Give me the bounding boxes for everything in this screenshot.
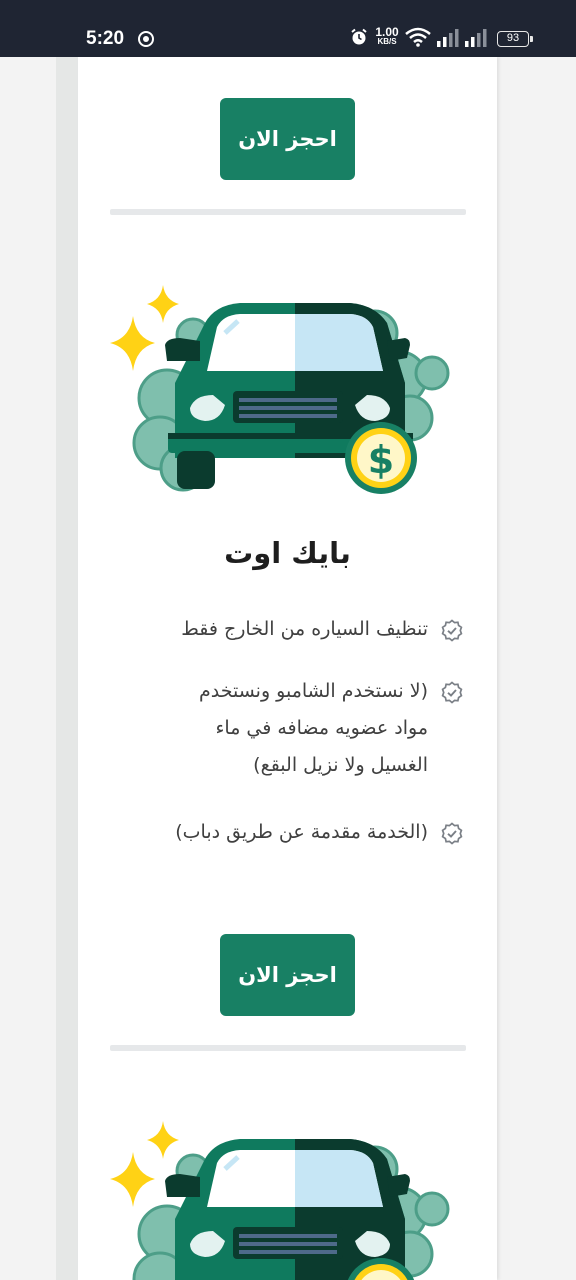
car-wash-illustration: $ <box>110 285 450 494</box>
net-speed-value: 1.00 <box>375 25 399 39</box>
signal-icon <box>437 29 459 47</box>
alarm-icon <box>351 28 367 45</box>
service-title: بايك اوت <box>224 536 351 570</box>
status-bar: 5:20 1.00 KB/S 93 <box>0 0 576 57</box>
sparkle-icon <box>110 1152 155 1207</box>
svg-text:$: $ <box>368 438 394 482</box>
radio-icon <box>138 31 154 47</box>
wifi-icon <box>405 27 431 47</box>
net-speed: 1.00 KB/S <box>373 25 401 47</box>
divider <box>110 209 466 215</box>
feature-text: (الخدمة مقدمة عن طريق دباب) <box>175 821 428 843</box>
divider <box>110 1045 466 1051</box>
car-wash-illustration <box>110 1121 450 1280</box>
feature-text: تنظيف السياره من الخارج فقط <box>181 618 428 640</box>
sparkle-icon <box>110 316 155 371</box>
dollar-coin-icon: $ <box>345 422 417 494</box>
status-time: 5:20 <box>86 28 125 49</box>
side-shade <box>56 57 78 1280</box>
battery-icon: 93 <box>497 31 533 47</box>
feature-item: (الخدمة مقدمة عن طريق دباب) <box>134 814 464 851</box>
service-card <box>78 57 497 1280</box>
feature-item: تنظيف السياره من الخارج فقط <box>134 611 464 648</box>
book-now-button[interactable]: احجز الان <box>220 934 355 1016</box>
feature-item: (لا نستخدم الشامبو ونستخدم مواد عضويه مض… <box>174 673 464 784</box>
sparkle-icon <box>147 1121 179 1159</box>
check-badge-icon <box>441 822 463 845</box>
feature-text: (لا نستخدم الشامبو ونستخدم مواد عضويه مض… <box>198 680 428 776</box>
book-now-button[interactable]: احجز الان <box>220 98 355 180</box>
sparkle-icon <box>147 285 179 323</box>
net-speed-unit: KB/S <box>377 37 397 46</box>
check-badge-icon <box>441 619 463 642</box>
signal-icon <box>465 29 487 47</box>
check-badge-icon <box>441 681 463 704</box>
